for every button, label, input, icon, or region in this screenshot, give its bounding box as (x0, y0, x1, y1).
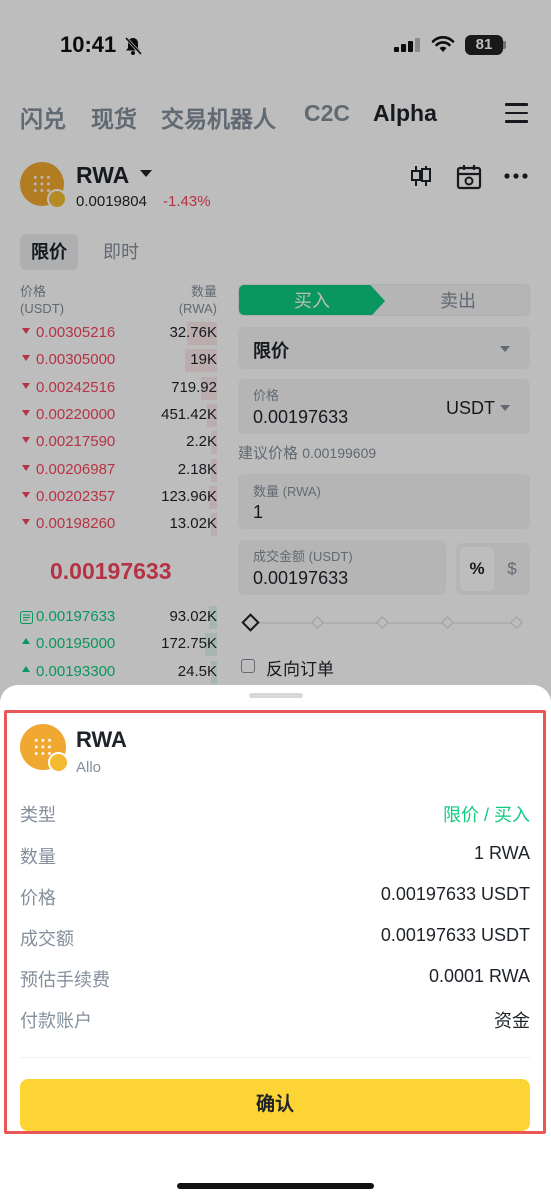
home-indicator[interactable] (177, 1183, 374, 1189)
confirm-button[interactable]: 确认 (20, 1079, 530, 1131)
sheet-token-sub: Allo (76, 759, 102, 776)
chain-badge-icon (47, 751, 69, 773)
detail-value: 0.00197633 USDT (380, 884, 530, 904)
divider (20, 1057, 530, 1058)
detail-row-price: 价格 0.00197633 USDT (20, 881, 530, 909)
detail-row-amount: 成交额 0.00197633 USDT (20, 922, 530, 950)
detail-label: 数量 (20, 847, 56, 867)
detail-value: 0.00197633 USDT (380, 925, 530, 945)
sheet-handle[interactable] (249, 693, 303, 698)
order-confirm-sheet: RWA Allo 类型 限价 / 买入 数量 1 RWA 价格 0.001976… (0, 685, 551, 1200)
detail-value: 1 RWA (473, 843, 530, 863)
detail-label: 成交额 (20, 929, 74, 949)
detail-label: 价格 (20, 888, 56, 908)
detail-label: 类型 (20, 805, 56, 825)
detail-row-type: 类型 限价 / 买入 (20, 798, 530, 826)
detail-value: 限价 / 买入 (442, 805, 530, 825)
detail-value: 资金 (494, 1011, 530, 1031)
sheet-token-logo (20, 724, 69, 773)
detail-row-fee: 预估手续费 0.0001 RWA (20, 963, 530, 991)
detail-row-account: 付款账户 资金 (20, 1004, 530, 1032)
detail-label: 付款账户 (20, 1011, 92, 1031)
detail-row-quantity: 数量 1 RWA (20, 840, 530, 868)
detail-label: 预估手续费 (20, 970, 110, 990)
detail-value: 0.0001 RWA (428, 966, 530, 986)
sheet-token-name: RWA (76, 727, 127, 752)
